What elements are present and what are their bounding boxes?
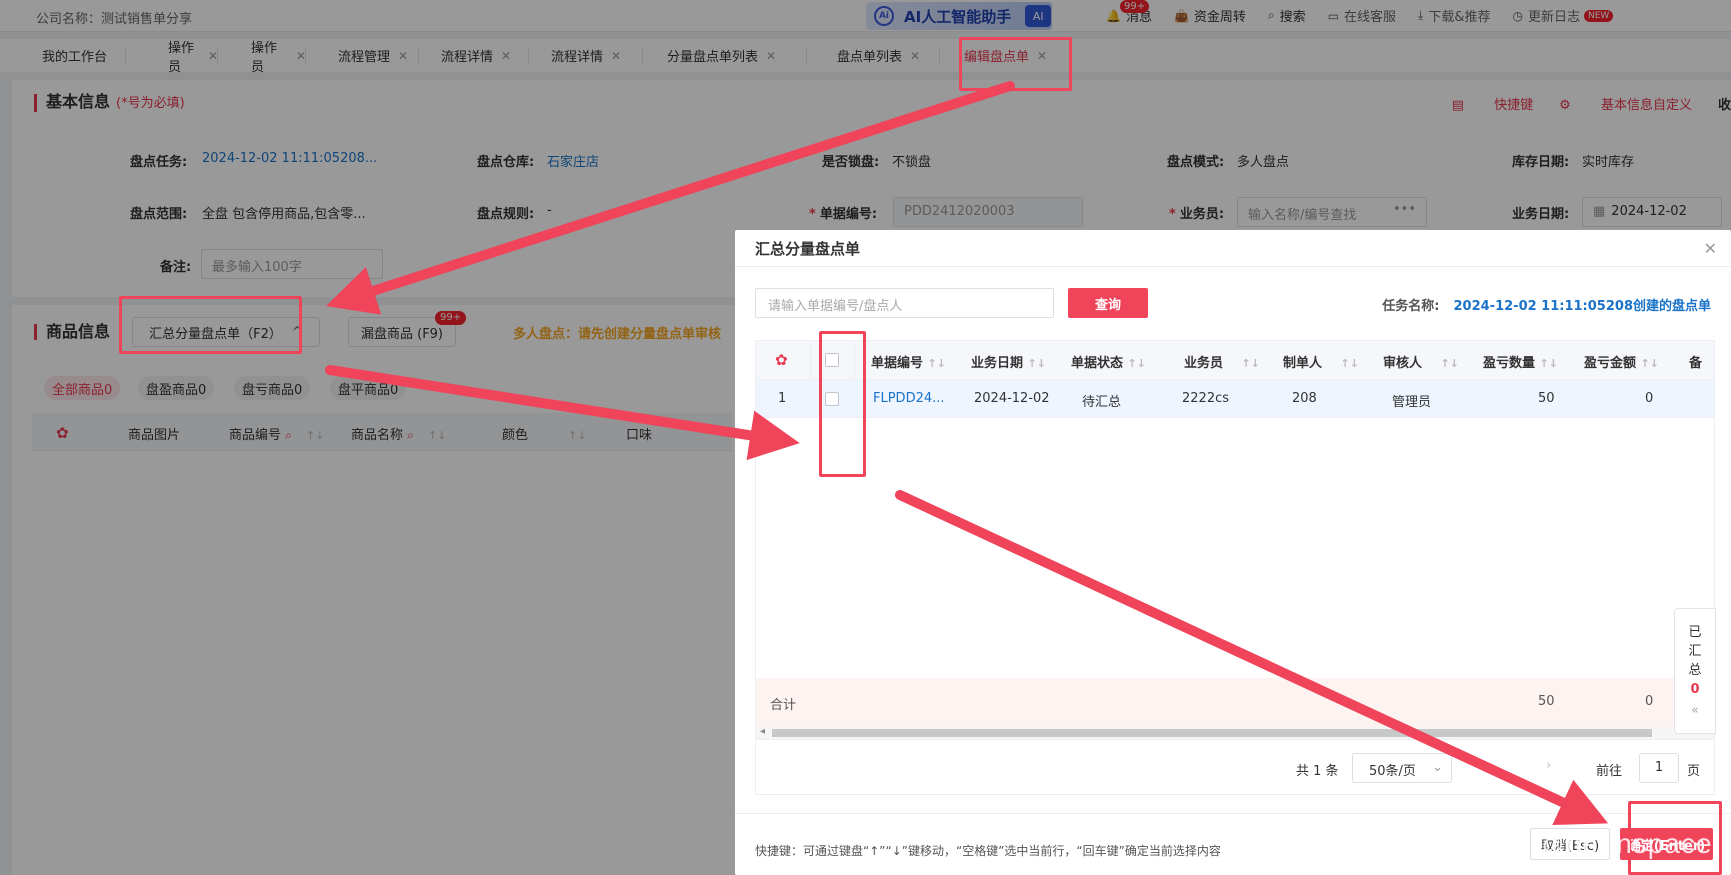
next-page-icon[interactable]: › bbox=[1546, 758, 1551, 773]
merged-char: 总 bbox=[1688, 663, 1702, 678]
merge-count-dialog: 汇总分量盘点单 ✕ 请输入单据编号/盘点人 查询 任务名称: 2024-12-02… bbox=[735, 230, 1731, 875]
col-doc-no[interactable]: 单据编号 ↑↓ bbox=[871, 352, 946, 371]
page-size-select[interactable]: 50条/页 ⌄ bbox=[1352, 753, 1452, 783]
maker-cell: 208 bbox=[1292, 391, 1317, 406]
partial-count-table: ✿ 单据编号 ↑↓ 业务日期 ↑↓ 单据状态 ↑↓ 业务员 ↑↓ 制单人 ↑↓ … bbox=[755, 340, 1715, 795]
summary-label: 合计 bbox=[770, 698, 797, 713]
summary-amount: 0 bbox=[1645, 694, 1654, 709]
merged-count-float[interactable]: 已 汇 总 0 « bbox=[1674, 608, 1716, 734]
goto-label: 前往 bbox=[1596, 764, 1623, 779]
merged-char: 汇 bbox=[1688, 644, 1702, 659]
prev-page-icon[interactable]: ‹ bbox=[1476, 758, 1481, 773]
task-name: 任务名称: 2024-12-02 11:11:05208创建的盘点单 bbox=[1382, 299, 1711, 314]
table-row[interactable]: 1 FLPDD24... 2024-12-02 待汇总 2222cs 208 管… bbox=[756, 380, 1714, 418]
query-button[interactable]: 查询 bbox=[1068, 288, 1148, 318]
biz-date-cell: 2024-12-02 bbox=[974, 391, 1050, 406]
col-biz-date[interactable]: 业务日期 ↑↓ bbox=[971, 352, 1046, 371]
dialog-title: 汇总分量盘点单 bbox=[755, 240, 861, 258]
horizontal-scrollbar[interactable]: ◂ bbox=[756, 726, 1714, 739]
diff-qty-cell: 50 bbox=[1538, 391, 1555, 406]
col-remark[interactable]: 备 bbox=[1689, 352, 1702, 371]
annotation-box-checkbox bbox=[819, 331, 866, 477]
doc-no-link[interactable]: FLPDD24... bbox=[873, 391, 945, 406]
auditor-cell: 管理员 bbox=[1392, 395, 1432, 410]
total-count: 共 1 条 bbox=[1296, 764, 1339, 779]
settings-gear-icon[interactable]: ✿ bbox=[775, 351, 788, 369]
row-index: 1 bbox=[778, 391, 787, 406]
page-unit-label: 页 bbox=[1687, 764, 1701, 779]
scroll-left-icon[interactable]: ◂ bbox=[760, 726, 765, 737]
col-diff-qty[interactable]: 盈亏数量 ↑↓ bbox=[1483, 352, 1558, 371]
double-chevron-left-icon[interactable]: « bbox=[1691, 701, 1699, 720]
table-header: ✿ 单据编号 ↑↓ 业务日期 ↑↓ 单据状态 ↑↓ 业务员 ↑↓ 制单人 ↑↓ … bbox=[756, 341, 1714, 380]
summary-row: 合计 50 0 bbox=[756, 678, 1714, 727]
chevron-down-icon: ⌄ bbox=[1432, 760, 1443, 775]
col-auditor[interactable]: 审核人 ↑↓ bbox=[1383, 352, 1459, 371]
status-cell: 待汇总 bbox=[1082, 395, 1122, 410]
summary-qty: 50 bbox=[1538, 694, 1555, 709]
page-number-input[interactable]: 1 bbox=[1639, 753, 1679, 783]
doc-search-input[interactable]: 请输入单据编号/盘点人 bbox=[755, 288, 1054, 318]
col-maker[interactable]: 制单人 ↑↓ bbox=[1283, 352, 1359, 371]
col-status[interactable]: 单据状态 ↑↓ bbox=[1071, 352, 1146, 371]
merged-count: 0 bbox=[1690, 682, 1700, 697]
shortcut-hint: 快捷键：可通过键盘“↑”“↓”键移动，“空格键”选中当前行，“回车键”确定当前选… bbox=[755, 844, 1221, 858]
scrollbar-thumb[interactable] bbox=[772, 729, 1652, 737]
diff-amount-cell: 0 bbox=[1645, 391, 1654, 406]
col-diff-amount[interactable]: 盈亏金额 ↑↓ bbox=[1584, 352, 1659, 371]
close-icon[interactable]: ✕ bbox=[1704, 239, 1717, 258]
annotation-box-merge-button bbox=[119, 296, 302, 354]
watermark: CSDN @herinspace bbox=[1444, 828, 1713, 859]
staff-cell: 2222cs bbox=[1182, 391, 1230, 406]
annotation-box-tab bbox=[959, 37, 1072, 91]
col-staff[interactable]: 业务员 ↑↓ bbox=[1184, 352, 1260, 371]
pagination: 共 1 条 50条/页 ⌄ ‹ › 前往 1 页 bbox=[756, 739, 1714, 794]
merged-char: 已 bbox=[1688, 625, 1702, 640]
